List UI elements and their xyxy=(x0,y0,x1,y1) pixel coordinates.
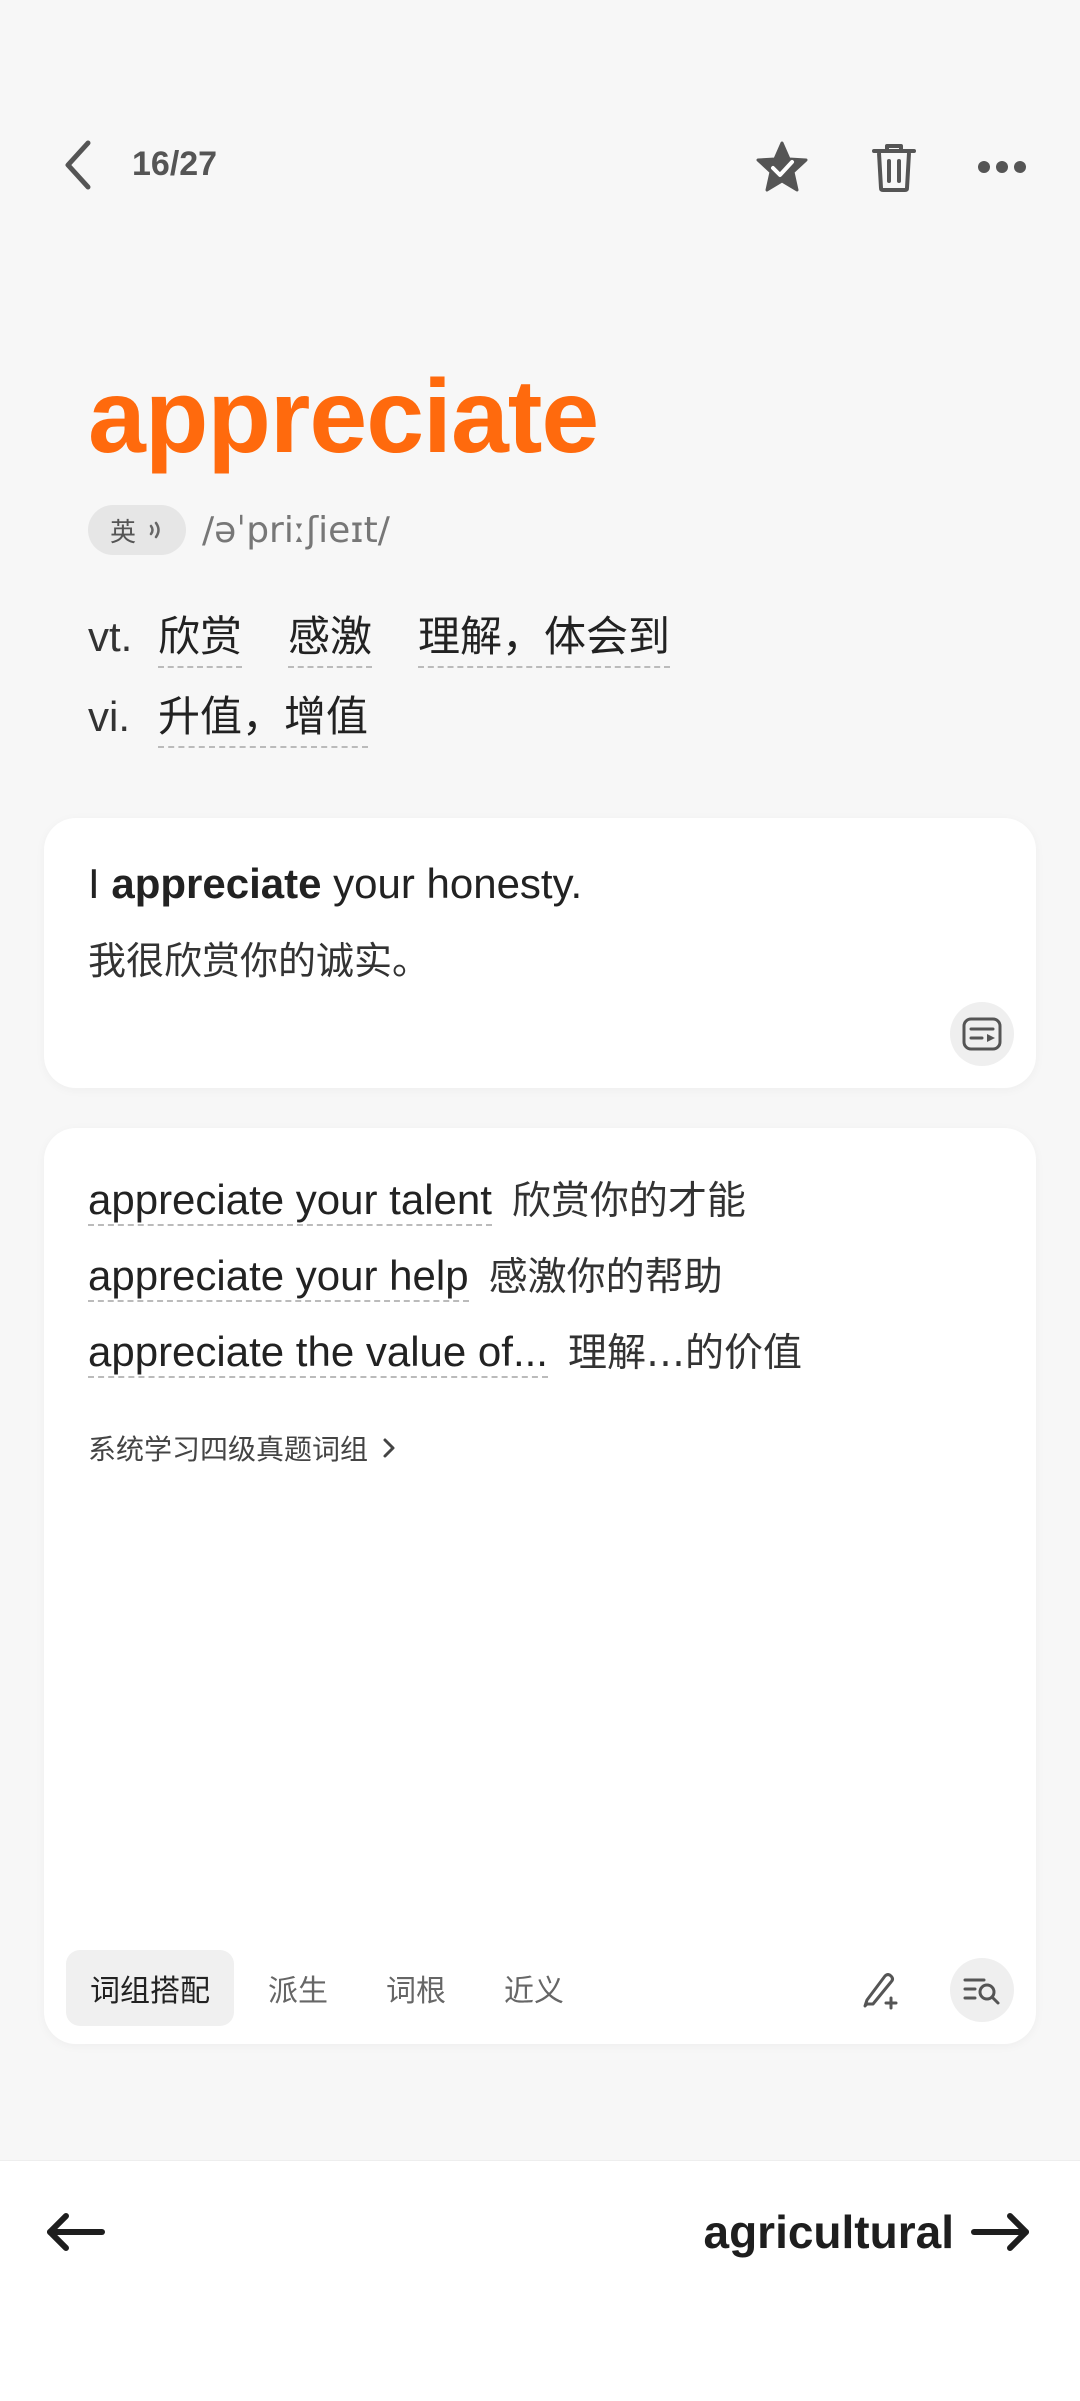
example-sentence[interactable]: I appreciate your honesty. xyxy=(88,860,582,908)
example-translation: 我很欣赏你的诚实。 xyxy=(88,939,431,983)
tab-phrases[interactable]: 词组搭配 xyxy=(66,1950,234,2026)
examples-icon xyxy=(962,1017,1002,1051)
tab-synonyms[interactable]: 近义 xyxy=(480,1950,588,2026)
trash-icon xyxy=(872,144,916,192)
card-counter: 16/27 xyxy=(132,145,218,183)
tab-roots[interactable]: 词根 xyxy=(362,1950,470,2026)
pronounce-button[interactable]: 英 xyxy=(88,505,187,555)
next-word-button[interactable] xyxy=(970,2200,1036,2264)
pronunciation-row: 英 /əˈpriːʃieɪt/ xyxy=(88,505,390,555)
list-search-icon xyxy=(963,1978,1000,2005)
phrase-text: appreciate the value of... xyxy=(88,1328,548,1378)
phrase-text: appreciate your talent xyxy=(88,1176,492,1226)
more-examples-button[interactable] xyxy=(950,1002,1014,1066)
definition-row: vt. 欣赏 感激 理解，体会到 xyxy=(88,603,716,668)
learn-phrases-link[interactable]: 系统学习四级真题词组 xyxy=(88,1428,396,1468)
search-list-button[interactable] xyxy=(950,1958,1014,2022)
phonetic: /əˈpriːʃieɪt/ xyxy=(202,509,390,551)
next-word-label[interactable]: agricultural xyxy=(703,2205,954,2259)
chevron-right-icon xyxy=(383,1438,395,1458)
meaning[interactable]: 理解，体会到 xyxy=(418,603,671,668)
bottom-nav xyxy=(0,2160,1080,2401)
phrase-item[interactable]: appreciate your talent 欣赏你的才能 xyxy=(88,1170,746,1226)
phrase-translation: 理解…的价值 xyxy=(567,1331,802,1376)
meaning[interactable]: 感激 xyxy=(288,603,373,668)
tab-derivatives[interactable]: 派生 xyxy=(244,1950,352,2026)
add-note-button[interactable] xyxy=(852,1960,912,2020)
speaker-icon xyxy=(149,521,160,539)
delete-button[interactable] xyxy=(862,135,926,199)
phrases-card: appreciate your talent 欣赏你的才能 appreciate… xyxy=(44,1128,1036,2044)
part-of-speech: vt. xyxy=(88,613,133,660)
back-button[interactable] xyxy=(48,135,108,195)
back-icon xyxy=(65,140,91,190)
phrase-text: appreciate your help xyxy=(88,1252,469,1302)
star-check-icon xyxy=(756,141,808,192)
arrow-left-icon xyxy=(47,2213,105,2251)
meaning[interactable]: 欣赏 xyxy=(158,603,243,668)
headword: appreciate xyxy=(88,359,599,475)
definition-row: vi. 升值，增值 xyxy=(88,683,414,748)
favorite-button[interactable] xyxy=(750,135,814,199)
arrow-right-icon xyxy=(971,2213,1029,2251)
learn-phrases-label: 系统学习四级真题词组 xyxy=(88,1433,369,1466)
phrase-translation: 欣赏你的才能 xyxy=(511,1179,746,1224)
more-button[interactable] xyxy=(970,135,1034,199)
previous-word-button[interactable] xyxy=(44,2200,124,2264)
detail-tabs: 词组搭配 派生 词根 近义 xyxy=(66,1950,588,2026)
phrase-translation: 感激你的帮助 xyxy=(488,1255,723,1300)
phrase-item[interactable]: appreciate your help 感激你的帮助 xyxy=(88,1246,723,1302)
meaning[interactable]: 升值，增值 xyxy=(158,683,369,748)
phrase-item[interactable]: appreciate the value of... 理解…的价值 xyxy=(88,1322,802,1378)
accent-label: 英 xyxy=(110,516,137,547)
pen-plus-icon xyxy=(863,1973,898,2010)
example-keyword: appreciate xyxy=(111,860,322,907)
example-card: I appreciate your honesty. 我很欣赏你的诚实。 xyxy=(44,818,1036,1088)
part-of-speech: vi. xyxy=(88,693,130,740)
more-icon xyxy=(978,161,1026,173)
